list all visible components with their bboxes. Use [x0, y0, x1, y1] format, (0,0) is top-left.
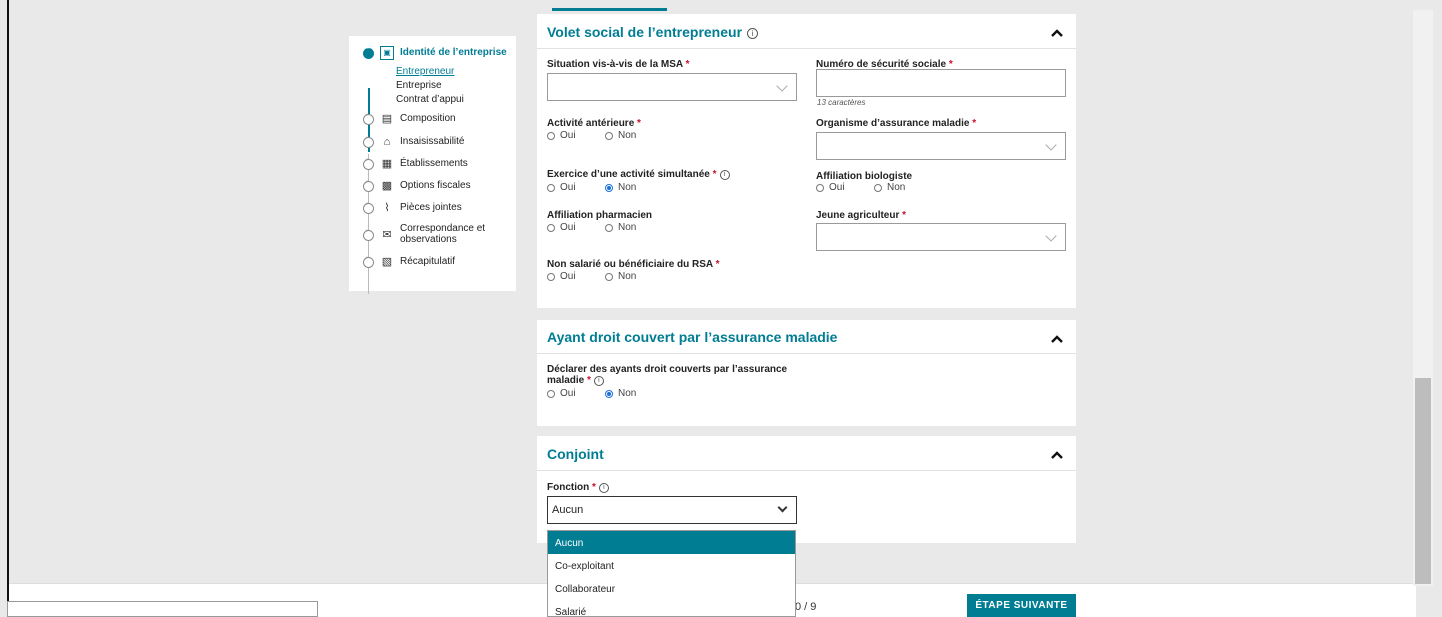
ayant-droit-oui-radio[interactable]: Oui	[547, 388, 605, 399]
jeune-agriculteur-select[interactable]	[816, 223, 1066, 251]
info-icon[interactable]: i	[593, 376, 604, 386]
msa-select[interactable]	[547, 73, 797, 101]
summary-icon: ▧	[381, 256, 393, 268]
ayant-droit-non-radio[interactable]: Non	[605, 388, 663, 399]
volet-social-title: Volet social de l’entrepreneur i	[547, 24, 759, 40]
activite-oui-radio[interactable]: Oui	[547, 130, 605, 141]
vertical-scrollbar[interactable]	[1413, 10, 1433, 586]
option-co-exploitant[interactable]: Co-exploitant	[548, 554, 795, 577]
ayant-droit-panel: Ayant droit couvert par l’assurance mala…	[537, 320, 1076, 426]
fonction-label: Fonction * i	[547, 482, 609, 493]
info-icon[interactable]: i	[598, 483, 609, 493]
id-card-icon: ▣	[380, 46, 394, 60]
step-dot-icon	[363, 227, 374, 241]
rsa-oui-radio[interactable]: Oui	[547, 271, 605, 282]
active-tab-indicator	[552, 8, 667, 11]
biologiste-oui-radio[interactable]: Oui	[816, 182, 874, 193]
ayant-droit-radios: Oui Non	[547, 388, 663, 399]
step-dot-icon	[363, 200, 374, 214]
substep-entrepreneur[interactable]: Entrepreneur	[396, 66, 454, 77]
step-dot-icon	[363, 134, 374, 148]
step-composition[interactable]: ▤ Composition	[363, 111, 456, 126]
info-icon[interactable]: i	[747, 28, 759, 39]
step-identite[interactable]: ▣ Identité de l’entreprise	[363, 45, 507, 60]
chevron-down-icon	[1045, 230, 1057, 242]
building-icon: ▦	[381, 158, 393, 170]
pharmacien-oui-radio[interactable]: Oui	[547, 222, 605, 233]
substep-contrat-appui[interactable]: Contrat d’appui	[396, 94, 464, 105]
composition-icon: ▤	[381, 113, 393, 125]
pharmacien-non-radio[interactable]: Non	[605, 222, 663, 233]
secu-input[interactable]	[816, 69, 1066, 97]
rsa-radios: Oui Non	[547, 271, 663, 282]
panel-header-divider	[537, 353, 1076, 354]
ayant-droit-title: Ayant droit couvert par l’assurance mala…	[547, 329, 838, 345]
scrollbar-thumb[interactable]	[1415, 378, 1431, 584]
option-aucun[interactable]: Aucun	[548, 531, 795, 554]
biologiste-label: Affiliation biologiste	[816, 171, 913, 182]
pharmacien-radios: Oui Non	[547, 222, 663, 233]
stepper-sidebar: ▣ Identité de l’entreprise Entrepreneur …	[349, 36, 516, 294]
chevron-up-icon[interactable]	[1050, 448, 1064, 462]
step-pieces-jointes[interactable]: ⌇ Pièces jointes	[363, 200, 462, 215]
chevron-down-icon	[777, 502, 788, 513]
conjoint-title: Conjoint	[547, 446, 604, 462]
status-url-bar	[7, 601, 318, 617]
step-pager: 0 / 9	[795, 601, 817, 613]
substep-entreprise[interactable]: Entreprise	[396, 80, 442, 91]
jeune-agriculteur-label: Jeune agriculteur *	[816, 210, 907, 221]
fonction-select[interactable]: Aucun	[547, 496, 797, 524]
exercice-radios: Oui Non	[547, 182, 663, 193]
option-salarie[interactable]: Salarié	[548, 600, 795, 616]
biologiste-non-radio[interactable]: Non	[874, 182, 932, 193]
rsa-label: Non salarié ou bénéficiaire du RSA *	[547, 259, 720, 270]
conjoint-panel: Conjoint Fonction * i Aucun	[537, 436, 1076, 543]
chevron-down-icon	[776, 80, 788, 92]
calculator-icon: ▩	[381, 180, 393, 192]
volet-social-panel: Volet social de l’entrepreneur i Situatio…	[537, 14, 1076, 308]
rsa-non-radio[interactable]: Non	[605, 271, 663, 282]
biologiste-radios: Oui Non	[816, 182, 932, 193]
exercice-non-radio[interactable]: Non	[605, 182, 663, 193]
panel-header-divider	[537, 470, 1076, 471]
panel-header-divider	[537, 48, 1076, 49]
chevron-up-icon[interactable]	[1050, 26, 1064, 40]
step-dot-icon	[363, 45, 374, 59]
step-correspondance[interactable]: ✉ Correspondance et observations	[363, 223, 486, 245]
chevron-up-icon[interactable]	[1050, 332, 1064, 346]
step-dot-icon	[363, 178, 374, 192]
info-icon[interactable]: i	[719, 170, 730, 180]
exercice-simultane-label: Exercice d’une activité simultanée * i	[547, 169, 730, 180]
activite-non-radio[interactable]: Non	[605, 130, 663, 141]
step-etablissements[interactable]: ▦ Établissements	[363, 156, 468, 171]
ayant-droit-label: Déclarer des ayants droit couverts par l…	[547, 364, 788, 386]
step-dot-icon	[363, 254, 374, 268]
step-options-fiscales[interactable]: ▩ Options fiscales	[363, 178, 471, 193]
organisme-label: Organisme d’assurance maladie *	[816, 118, 977, 129]
next-step-button[interactable]: ÉTAPE SUIVANTE	[967, 594, 1076, 617]
paperclip-icon: ⌇	[384, 202, 390, 214]
step-dot-icon	[363, 111, 374, 125]
organisme-select[interactable]	[816, 132, 1066, 160]
house-icon: ⌂	[383, 136, 391, 148]
secu-hint: 13 caractères	[817, 98, 866, 107]
activite-anterieure-label: Activité antérieure *	[547, 118, 641, 129]
step-insaisissabilite[interactable]: ⌂ Insaisissabilité	[363, 134, 464, 149]
fonction-dropdown: Aucun Co-exploitant Collaborateur Salari…	[547, 530, 796, 617]
exercice-oui-radio[interactable]: Oui	[547, 182, 605, 193]
pharmacien-label: Affiliation pharmacien	[547, 210, 653, 221]
chevron-down-icon	[1045, 139, 1057, 151]
msa-label: Situation vis-à-vis de la MSA *	[547, 59, 690, 70]
activite-anterieure-radios: Oui Non	[547, 130, 663, 141]
option-collaborateur[interactable]: Collaborateur	[548, 577, 795, 600]
step-recapitulatif[interactable]: ▧ Récapitulatif	[363, 254, 455, 269]
correspondence-icon: ✉	[382, 229, 392, 241]
step-dot-icon	[363, 156, 374, 170]
